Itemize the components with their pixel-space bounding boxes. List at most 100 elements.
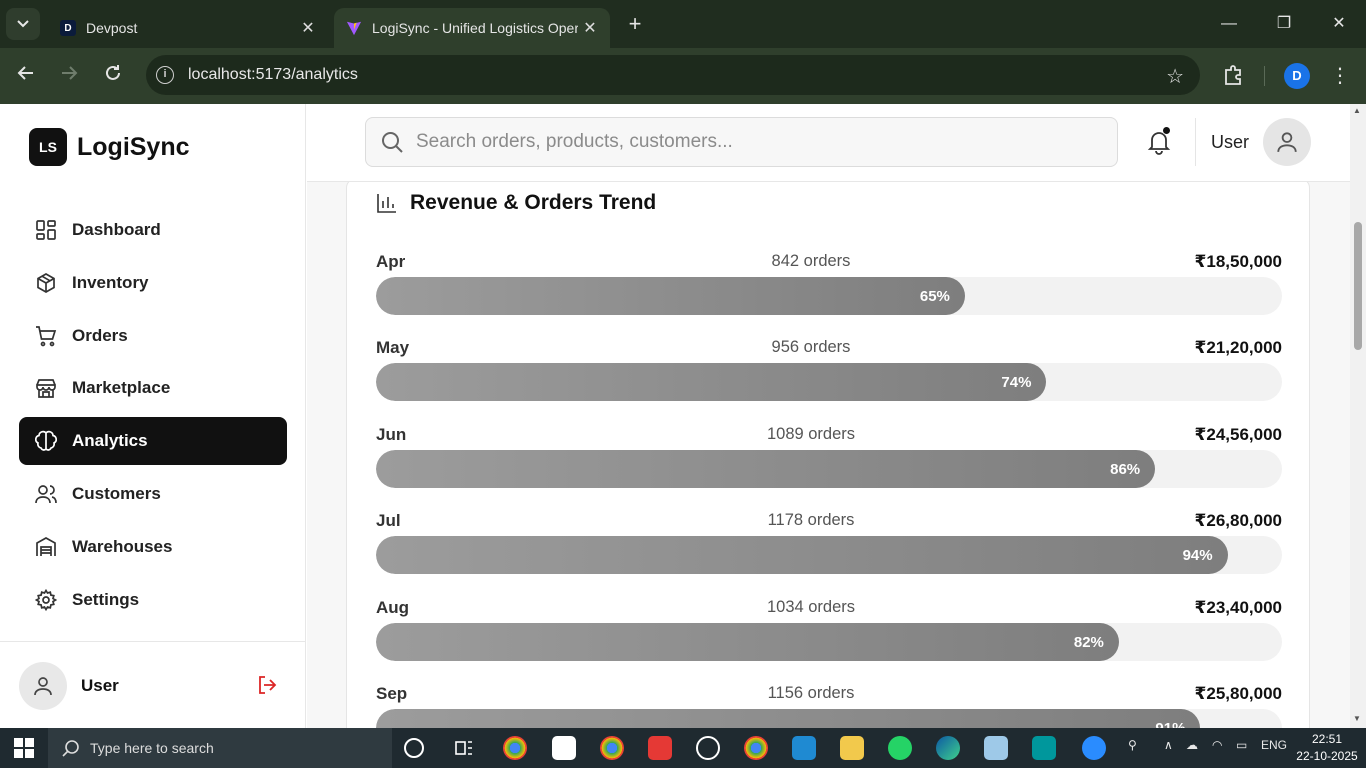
page-scrollbar[interactable]: ▲ ▼ (1350, 104, 1366, 728)
scrollbar-thumb[interactable] (1354, 222, 1362, 350)
profile-avatar[interactable]: D (1284, 63, 1310, 89)
language-indicator[interactable]: ENG (1261, 738, 1287, 752)
header-divider (1195, 118, 1196, 166)
trend-revenue: ₹24,56,000 (1194, 424, 1282, 444)
back-button[interactable] (10, 60, 42, 92)
brand-logo: LS (29, 128, 67, 166)
trend-row: Apr 842 orders ₹18,50,000 65% (376, 245, 1282, 331)
progress-percent: 82% (1073, 633, 1104, 651)
cortana-icon[interactable] (404, 738, 424, 758)
windows-start-icon[interactable] (14, 738, 34, 758)
arrow-right-icon (62, 66, 78, 80)
trend-row: Sep1156 orders₹25,80,00091% (376, 677, 1282, 728)
sidebar-item-inventory[interactable]: Inventory (19, 259, 287, 307)
users-icon (35, 485, 57, 504)
revenue-orders-card: Revenue & Orders Trend Apr 842 orders ₹18,… (346, 182, 1310, 728)
people-icon[interactable]: ⚲ (1128, 738, 1137, 752)
url-text[interactable]: localhost:5173/analytics (188, 66, 358, 84)
chrome-profile-m-icon[interactable] (503, 736, 527, 760)
logout-icon[interactable] (256, 674, 278, 696)
minimize-button[interactable]: — (1201, 8, 1257, 40)
wps-office-icon[interactable] (648, 736, 672, 760)
sidebar-nav: Dashboard Inventory Orders Marketplace A… (19, 206, 287, 628)
header-user-label[interactable]: User (1211, 132, 1249, 153)
help-icon[interactable] (1082, 736, 1106, 760)
battery-icon[interactable]: ▭ (1236, 738, 1247, 752)
reload-button[interactable] (97, 60, 129, 92)
file-explorer-icon[interactable] (840, 736, 864, 760)
arduino-icon[interactable] (1032, 736, 1056, 760)
chrome-profile-d-icon[interactable] (600, 736, 624, 760)
avatar[interactable] (19, 662, 67, 710)
sidebar: LS LogiSync Dashboard Inventory Orders M… (0, 104, 306, 728)
notification-dot (1162, 126, 1171, 135)
tab-search-button[interactable] (6, 8, 40, 40)
progress-track: 91% (376, 708, 1282, 728)
wifi-icon[interactable]: ◠ (1212, 738, 1222, 752)
trend-revenue: ₹26,80,000 (1194, 511, 1282, 531)
chrome-icon[interactable] (744, 736, 768, 760)
capcut-icon[interactable] (552, 736, 576, 760)
progress-percent: 91% (1155, 720, 1185, 728)
brand[interactable]: LS LogiSync (29, 128, 190, 166)
close-icon[interactable]: ✕ (296, 18, 320, 38)
box-icon (37, 272, 55, 293)
task-view-icon[interactable] (452, 736, 476, 760)
notifications-button[interactable] (1145, 126, 1173, 156)
browser-tabstrip: D Devpost ✕ LogiSync - Unified Logistics… (0, 0, 1366, 48)
sidebar-item-settings[interactable]: Settings (19, 576, 287, 624)
trend-row: Aug 1034 orders ₹23,40,000 82% (376, 591, 1282, 677)
system-clock[interactable]: 22:51 22-10-2025 (1292, 731, 1362, 765)
edge-icon[interactable] (936, 736, 960, 760)
progress-percent: 65% (919, 288, 950, 305)
taskbar-search[interactable]: Type here to search (48, 728, 392, 768)
site-info-icon[interactable]: i (156, 66, 174, 84)
address-bar[interactable]: i localhost:5173/analytics ☆ (146, 55, 1200, 95)
extensions-icon[interactable] (1218, 60, 1248, 90)
sidebar-item-customers[interactable]: Customers (19, 470, 287, 518)
vscode-icon[interactable] (792, 736, 816, 760)
scroll-up-arrow-icon[interactable]: ▲ (1353, 106, 1361, 115)
progress-track: 65% (376, 277, 1282, 315)
trend-orders: 956 orders (771, 338, 851, 357)
reload-icon (106, 65, 120, 80)
scroll-down-arrow-icon[interactable]: ▼ (1353, 714, 1361, 723)
whatsapp-icon[interactable] (888, 736, 912, 760)
sidebar-item-dashboard[interactable]: Dashboard (19, 206, 287, 254)
avatar[interactable] (1263, 118, 1311, 166)
sidebar-item-warehouses[interactable]: Warehouses (19, 523, 287, 571)
close-icon[interactable]: ✕ (578, 18, 602, 38)
search-icon (382, 132, 403, 153)
forward-button[interactable] (53, 60, 85, 92)
close-window-button[interactable]: ✕ (1311, 8, 1366, 40)
kebab-menu-icon[interactable]: ⋮ (1326, 60, 1354, 92)
progress-track: 94% (376, 536, 1282, 575)
bookmark-star-icon[interactable]: ☆ (1166, 64, 1184, 89)
search-bar[interactable] (365, 117, 1118, 167)
progress-track: 82% (376, 622, 1282, 661)
toolbar-divider (1264, 66, 1265, 86)
tab-logisync[interactable]: LogiSync - Unified Logistics Operations … (334, 8, 610, 48)
new-tab-button[interactable]: + (620, 10, 650, 38)
sidebar-item-analytics[interactable]: Analytics (19, 417, 287, 466)
browser-toolbar: i localhost:5173/analytics ☆ (0, 48, 1366, 104)
trend-orders: 1178 orders (767, 511, 855, 530)
chatgpt-icon[interactable] (696, 736, 720, 760)
trend-row: May 956 orders ₹21,20,000 74% (376, 331, 1282, 417)
restore-button[interactable]: ❐ (1256, 8, 1312, 40)
sidebar-item-label: Warehouses (72, 536, 173, 556)
tab-title: Devpost (86, 20, 138, 36)
chevron-up-icon[interactable]: ∧ (1164, 738, 1173, 752)
sidebar-item-marketplace[interactable]: Marketplace (19, 364, 287, 412)
progress-percent: 86% (1110, 460, 1141, 478)
notepad-icon[interactable] (984, 736, 1008, 760)
tab-devpost[interactable]: D Devpost ✕ (48, 8, 328, 48)
sidebar-item-label: Inventory (72, 272, 149, 292)
devpost-favicon-icon: D (60, 20, 76, 36)
search-input[interactable] (416, 131, 1096, 153)
sidebar-item-orders[interactable]: Orders (19, 312, 287, 360)
progress-fill: 74% (376, 363, 1047, 402)
onedrive-icon[interactable]: ☁ (1186, 738, 1198, 752)
clock-time: 22:51 (1311, 732, 1343, 746)
vite-favicon-icon (346, 20, 362, 36)
